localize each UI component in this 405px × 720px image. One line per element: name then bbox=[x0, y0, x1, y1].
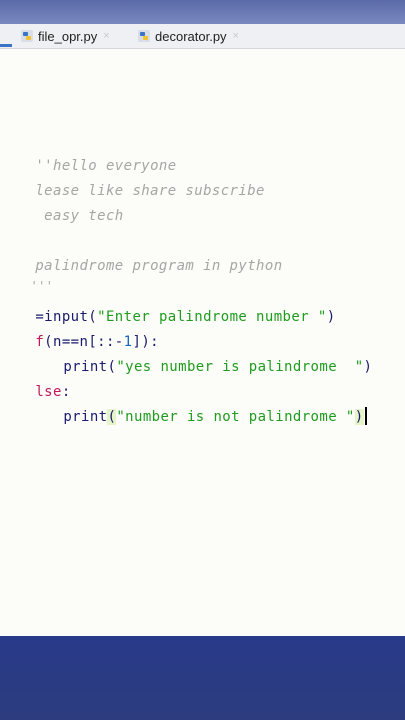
code-token: ) bbox=[363, 359, 373, 375]
docstring-text: palindrome program in python bbox=[35, 258, 283, 274]
matched-bracket: ) bbox=[354, 409, 364, 425]
code-editor[interactable]: ''hello everyone lease like share subscr… bbox=[0, 49, 405, 636]
tab-decorator[interactable]: decorator.py × bbox=[137, 27, 239, 45]
active-tab-marker bbox=[0, 44, 12, 47]
code-token: ) bbox=[326, 309, 336, 325]
string-literal: "number is not palindrome " bbox=[116, 409, 355, 425]
tab-file-opr[interactable]: file_opr.py × bbox=[20, 27, 110, 45]
close-tab-icon[interactable]: × bbox=[233, 30, 239, 42]
code-token: print( bbox=[63, 359, 117, 375]
text-cursor bbox=[364, 407, 367, 425]
close-tab-icon[interactable]: × bbox=[103, 30, 109, 42]
string-literal: "yes number is palindrome " bbox=[116, 359, 364, 375]
python-file-icon bbox=[21, 30, 33, 42]
matched-bracket: ( bbox=[107, 409, 117, 425]
bottom-bezel bbox=[0, 636, 405, 720]
code-line: print("number is not palindrome ") bbox=[28, 387, 367, 447]
top-bezel bbox=[0, 0, 405, 24]
editor-tab-bar: file_opr.py × decorator.py × bbox=[0, 24, 405, 49]
tab-label: file_opr.py bbox=[38, 28, 98, 44]
code-token: print bbox=[63, 409, 108, 425]
tab-label: decorator.py bbox=[155, 28, 227, 44]
docstring-text: easy tech bbox=[35, 208, 124, 224]
python-file-icon bbox=[138, 30, 150, 42]
